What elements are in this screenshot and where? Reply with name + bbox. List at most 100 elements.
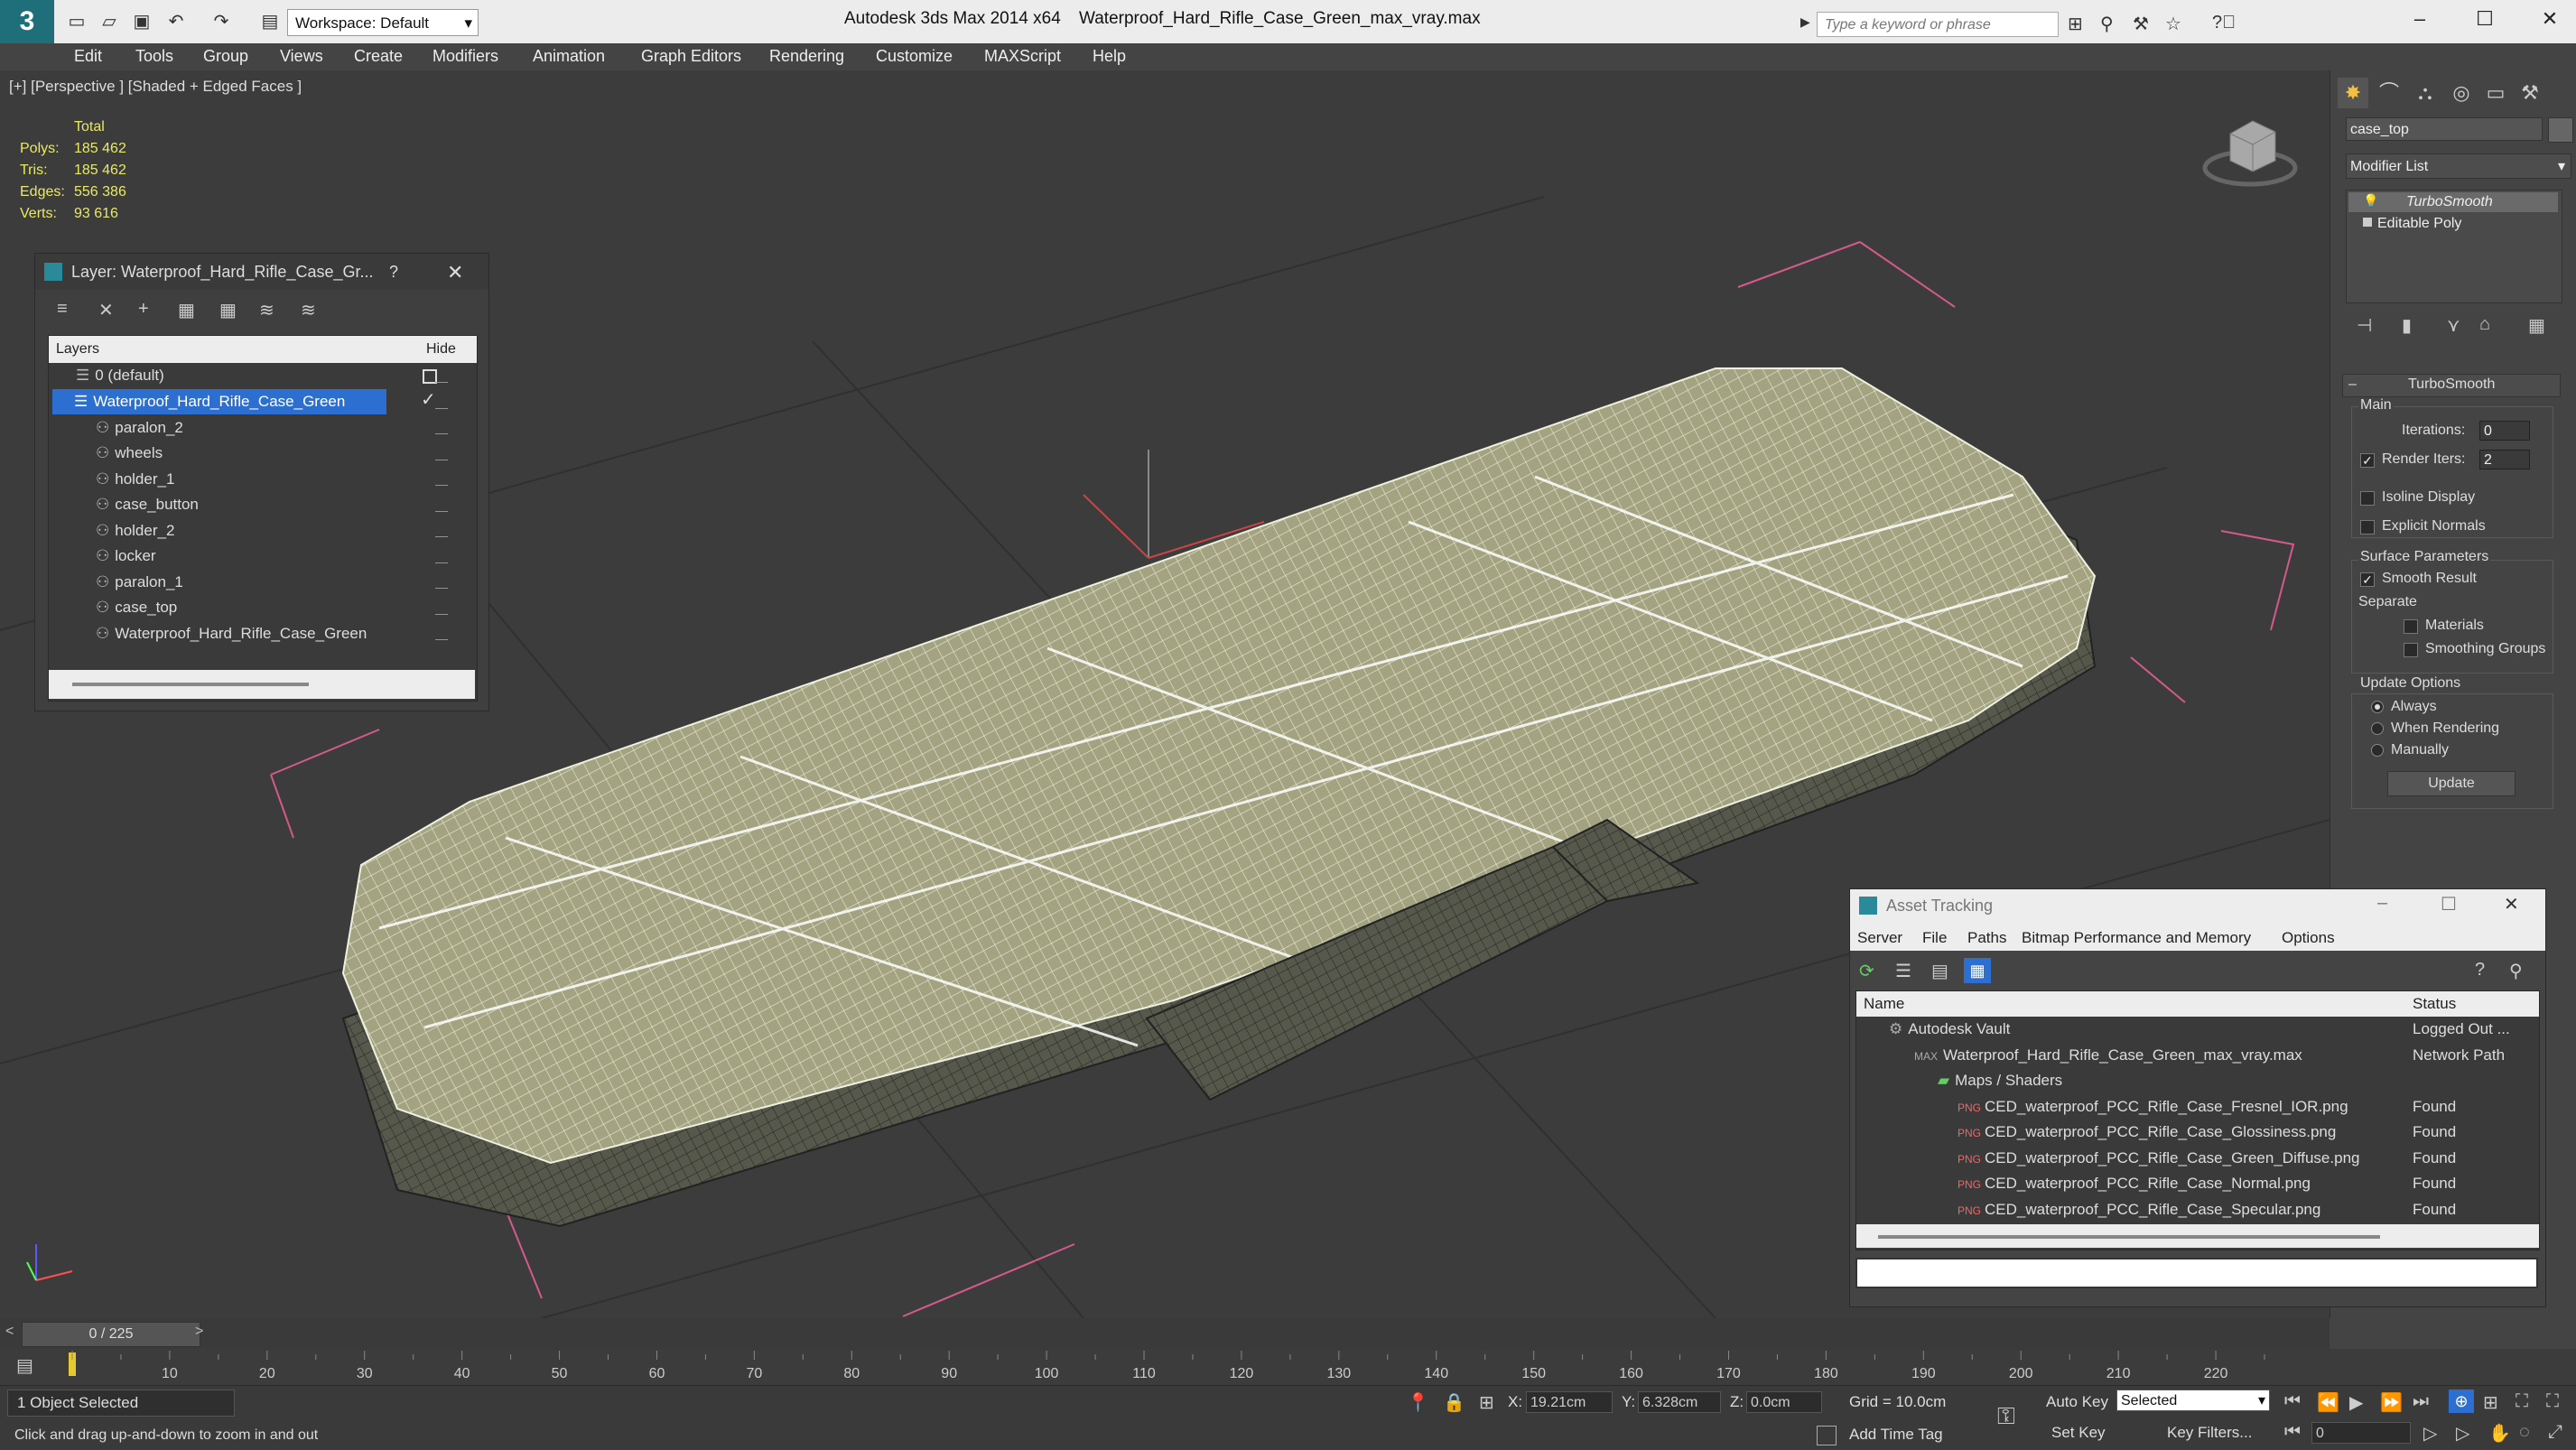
menu-animation[interactable]: Animation [533, 47, 605, 66]
time-slider[interactable]: < 0 / 225 > [0, 1318, 2330, 1349]
help-icon[interactable]: ?⃝ [2212, 13, 2236, 33]
freeze-all-layers-icon[interactable]: ≋ [301, 299, 316, 321]
next-frame-icon[interactable]: > [195, 1324, 203, 1340]
selection-set-dropdown[interactable]: Selected ▾ [2116, 1390, 2270, 1411]
asset-row[interactable]: PNG CED_waterproof_PCC_Rifle_Case_Normal.… [1864, 1171, 2405, 1196]
materials-checkbox[interactable] [2404, 619, 2418, 634]
utilities-tab-icon[interactable]: ⚒ [2515, 78, 2545, 108]
pin-icon[interactable]: ⚲ [2509, 960, 2523, 982]
key-filters-button[interactable]: Key Filters... [2167, 1424, 2252, 1442]
configure-modifier-sets-icon[interactable]: ▦ [2528, 314, 2545, 337]
status-column-header[interactable]: Status [2413, 995, 2456, 1013]
menu-modifiers[interactable]: Modifiers [432, 47, 498, 66]
menu-customize[interactable]: Customize [876, 47, 953, 66]
create-tab-icon[interactable]: ✸ [2338, 78, 2368, 108]
viewcube-icon[interactable] [2202, 120, 2298, 187]
prev-frame-icon[interactable]: < [5, 1324, 14, 1340]
add-time-tag-button[interactable]: Add Time Tag [1849, 1426, 1943, 1444]
y-coordinate-field[interactable]: 6.328cm [1638, 1391, 1721, 1413]
layer-object-row[interactable]: ⚇ wheels [54, 441, 388, 466]
turbosmooth-rollout-header[interactable]: – TurboSmooth [2342, 374, 2561, 397]
lock-selection-icon[interactable]: 🔒 [1443, 1391, 1465, 1414]
app-logo-icon[interactable]: 3 [0, 0, 54, 43]
active-layer-check-icon[interactable]: ✓ [421, 388, 436, 411]
add-to-layer-icon[interactable]: + [138, 299, 149, 320]
new-layer-icon[interactable]: ≡ [57, 299, 68, 320]
layer-object-row[interactable]: ⚇ holder_2 [54, 518, 388, 544]
key-mode-toggle-icon[interactable]: ⏮ [2284, 1422, 2301, 1443]
z-coordinate-field[interactable]: 0.0cm [1746, 1391, 1822, 1413]
asset-row[interactable]: MAX Waterproof_Hard_Rifle_Case_Green_max_… [1864, 1043, 2405, 1068]
object-name-field[interactable]: case_top [2346, 117, 2543, 141]
new-file-icon[interactable]: ▭ [65, 11, 88, 33]
asset-row[interactable]: PNG CED_waterproof_PCC_Rifle_Case_Fresnel… [1864, 1094, 2405, 1120]
current-frame-field[interactable]: 0 [2311, 1422, 2411, 1444]
stack-item-turbosmooth[interactable]: 💡 TurboSmooth [2348, 192, 2558, 212]
asset-table-scrollbar[interactable] [1856, 1224, 2539, 1248]
asset-row[interactable]: PNG CED_waterproof_PCC_Rifle_Case_Specula… [1864, 1197, 2405, 1222]
time-tag-icon[interactable] [1817, 1426, 1837, 1445]
open-file-icon[interactable]: ▱ [98, 11, 121, 33]
time-config-icon[interactable]: ▷ [2423, 1422, 2437, 1445]
layer-object-row[interactable]: ⚇ locker [54, 544, 388, 569]
menu-bitmap-performance[interactable]: Bitmap Performance and Memory [2022, 929, 2251, 947]
hierarchy-tab-icon[interactable]: ⛬ [2410, 78, 2441, 108]
when-rendering-radio[interactable] [2371, 722, 2384, 735]
manually-radio[interactable] [2371, 744, 2384, 757]
close-icon[interactable]: ✕ [2532, 7, 2568, 31]
layer-object-row[interactable]: ⚇ case_top [54, 595, 388, 620]
zoom-extents-icon[interactable]: ⛶ [2516, 1391, 2528, 1412]
maximize-viewport-icon[interactable]: ⤢ [2548, 1422, 2562, 1443]
always-radio[interactable] [2371, 701, 2384, 713]
asset-row[interactable]: PNG CED_waterproof_PCC_Rifle_Case_Green_D… [1864, 1146, 2405, 1171]
list-view-icon[interactable]: ☰ [1895, 960, 1911, 982]
set-key-mode-icon[interactable]: ⚿ [1997, 1402, 2015, 1431]
menu-views[interactable]: Views [280, 47, 323, 66]
layer-object-row[interactable]: ⚇ Waterproof_Hard_Rifle_Case_Green [54, 621, 397, 646]
remove-modifier-icon[interactable]: ⌂ [2479, 314, 2490, 335]
search-toggle-icon[interactable]: ▶ [1800, 14, 1810, 30]
menu-rendering[interactable]: Rendering [769, 47, 844, 66]
smoothing-groups-checkbox[interactable] [2404, 643, 2418, 657]
render-iters-spinner[interactable]: 2 [2479, 450, 2530, 469]
absolute-mode-icon[interactable]: ⊞ [1479, 1391, 1494, 1414]
binoculars-icon[interactable]: ⊞ [2068, 13, 2083, 35]
pin-stack-icon[interactable]: ⊣ [2357, 314, 2372, 337]
motion-tab-icon[interactable]: ◎ [2446, 78, 2477, 108]
search-input[interactable]: Type a keyword or phrase [1817, 12, 2059, 37]
subscription-icon[interactable]: ⚲ [2100, 13, 2114, 35]
menu-create[interactable]: Create [354, 47, 403, 66]
lightbulb-icon[interactable]: 💡 [2363, 193, 2378, 209]
layer-row[interactable]: ☰ 0 (default) [54, 363, 388, 388]
time-slider-thumb[interactable]: 0 / 225 [22, 1322, 200, 1347]
layer-object-row[interactable]: ⚇ holder_1 [54, 467, 388, 492]
track-bar[interactable]: ▤ 10 20 30 40 50 60 70 80 90 100 110 120 130 140 150 16… [0, 1349, 2576, 1385]
pan-icon[interactable]: ✋ [2488, 1422, 2511, 1445]
isolate-selection-icon[interactable]: 📍 [1407, 1391, 1429, 1414]
play-icon[interactable]: ▶ [2349, 1391, 2363, 1414]
iterations-spinner[interactable]: 0 [2479, 421, 2530, 441]
set-key-button[interactable]: Set Key [2051, 1424, 2106, 1442]
layer-row-selected[interactable]: ☰ Waterproof_Hard_Rifle_Case_Green [52, 389, 386, 414]
favorites-star-icon[interactable]: ☆ [2165, 13, 2181, 35]
layer-tree-scrollbar[interactable] [49, 670, 475, 699]
layer-object-row[interactable]: ⚇ paralon_2 [54, 415, 388, 441]
zoom-all-icon[interactable]: ⊞ [2483, 1391, 2498, 1414]
menu-server[interactable]: Server [1857, 929, 1902, 947]
asset-row[interactable]: ▰ Maps / Shaders [1864, 1068, 2405, 1093]
asset-path-field[interactable] [1855, 1258, 2538, 1288]
hide-toggles[interactable]: — — — — — — — — — — — [435, 368, 453, 646]
menu-paths[interactable]: Paths [1967, 929, 2006, 947]
refresh-icon[interactable]: ⟳ [1859, 960, 1874, 982]
maximize-icon[interactable]: ☐ [2467, 7, 2503, 31]
communication-icon[interactable]: ⚒ [2133, 13, 2149, 35]
scrollbar-thumb[interactable] [72, 683, 309, 686]
undo-icon[interactable]: ↶ [164, 11, 188, 33]
table-view-icon[interactable]: ▦ [1964, 958, 1991, 983]
explicit-normals-checkbox[interactable] [2360, 520, 2375, 534]
menu-help[interactable]: Help [1093, 47, 1126, 66]
workspace-dropdown[interactable]: Workspace: Default ▾ [287, 9, 479, 36]
modifier-list-dropdown[interactable]: Modifier List ▾ [2346, 153, 2571, 179]
make-unique-icon[interactable]: ⋎ [2447, 314, 2460, 337]
menu-edit[interactable]: Edit [74, 47, 102, 66]
